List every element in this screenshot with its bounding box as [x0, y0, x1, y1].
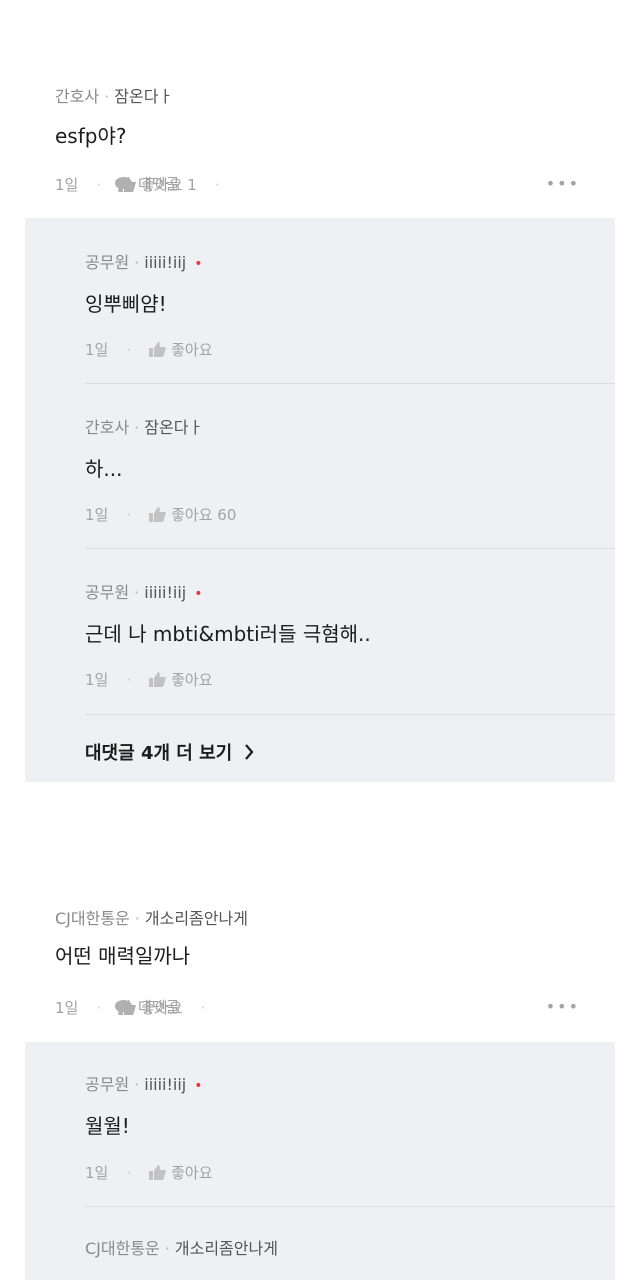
reply-time: 1일 — [85, 670, 109, 689]
more-replies-button[interactable]: 대댓글 4개 더 보기 — [85, 739, 254, 765]
comment-actions: 1일 · 좋아요 1 · 대댓글 ••• — [55, 173, 580, 195]
comment-text: 어떤 매력일까나 — [55, 944, 191, 968]
like-button[interactable]: 좋아요 — [149, 339, 213, 361]
reply-item: 공무원 · iiiii!iij • 근데 나 mbti&mbti러들 극혐해.. — [85, 582, 615, 648]
new-badge: • — [194, 1078, 203, 1094]
author-nickname[interactable]: iiiii!iij — [144, 1075, 186, 1094]
reply-actions: 1일 · 좋아요 60 — [85, 504, 237, 526]
author-nickname[interactable]: 개소리좀안나게 — [175, 1239, 278, 1258]
reply-item: 공무원 · iiiii!iij • 월월! — [85, 1074, 615, 1140]
like-button[interactable]: 좋아요 — [149, 1162, 213, 1184]
reply-actions: 1일 · 좋아요 — [85, 339, 213, 361]
chevron-right-icon — [245, 744, 254, 760]
like-button[interactable]: 좋아요 60 — [149, 504, 236, 526]
author-company[interactable]: 간호사 — [85, 418, 129, 437]
divider — [85, 383, 615, 384]
author-nickname[interactable]: iiiii!iij — [144, 583, 186, 602]
like-label: 좋아요 — [171, 1163, 213, 1182]
thumbs-up-icon — [149, 1165, 166, 1180]
author-company[interactable]: 공무원 — [85, 583, 129, 602]
reply-text: 잉뿌삐얌! — [85, 292, 167, 316]
divider — [85, 714, 615, 715]
reply-actions: 1일 · 좋아요 — [85, 669, 213, 691]
like-label: 좋아요 — [171, 670, 213, 689]
author-nickname[interactable]: 잠온다ㅏ — [114, 87, 173, 106]
thumbs-up-icon — [149, 342, 166, 357]
comment-meta: 간호사 · 잠온다ㅏ — [55, 87, 174, 106]
author-company[interactable]: 공무원 — [85, 1075, 129, 1094]
comment-meta: CJ대한통운 · 개소리좀안나게 — [55, 909, 248, 928]
author-company[interactable]: 간호사 — [55, 87, 99, 106]
author-company[interactable]: CJ대한통운 — [55, 909, 130, 928]
speech-bubble-icon — [115, 176, 132, 192]
comment: 간호사 · 잠온다ㅏ esfp야? — [55, 86, 580, 150]
reply-button[interactable]: 대댓글 — [115, 173, 580, 195]
like-label: 좋아요 60 — [171, 505, 237, 524]
reply-text: 하... — [85, 457, 123, 481]
comment-thread-page: 간호사 · 잠온다ㅏ esfp야? 1일 · 좋아요 1 · 대댓글 ••• 공무원 · iii… — [0, 0, 640, 1280]
thumbs-up-icon — [149, 507, 166, 522]
more-options-icon[interactable]: ••• — [546, 996, 580, 1018]
reply-list: 공무원 · iiiii!iij • 잉뿌삐얌! 1일 · 좋아요 간호사 · 잠온다ㅏ 하..… — [25, 218, 615, 782]
reply-item: CJ대한통운 · 개소리좀안나게 — [85, 1239, 278, 1258]
comment-time: 1일 — [55, 998, 79, 1017]
comment-text: esfp야? — [55, 124, 127, 148]
divider — [85, 548, 615, 549]
reply-time: 1일 — [85, 340, 109, 359]
reply-time: 1일 — [85, 505, 109, 524]
comment-actions: 1일 · 좋아요 · 대댓글 ••• — [55, 996, 580, 1018]
reply-text: 월월! — [85, 1114, 130, 1138]
reply-button[interactable]: 대댓글 — [115, 996, 580, 1018]
like-button[interactable]: 좋아요 — [149, 669, 213, 691]
reply-label: 대댓글 — [138, 998, 180, 1016]
reply-actions: 1일 · 좋아요 — [85, 1162, 213, 1184]
new-badge: • — [194, 586, 203, 602]
author-company[interactable]: 공무원 — [85, 253, 129, 272]
speech-bubble-icon — [115, 999, 132, 1015]
reply-time: 1일 — [85, 1163, 109, 1182]
author-nickname[interactable]: 개소리좀안나게 — [145, 909, 248, 928]
reply-item: 공무원 · iiiii!iij • 잉뿌삐얌! — [85, 252, 615, 318]
like-label: 좋아요 — [171, 340, 213, 359]
author-nickname[interactable]: 잠온다ㅏ — [144, 418, 203, 437]
reply-text: 근데 나 mbti&mbti러들 극혐해.. — [85, 622, 371, 646]
author-nickname[interactable]: iiiii!iij — [144, 253, 186, 272]
reply-label: 대댓글 — [138, 175, 180, 193]
author-company[interactable]: CJ대한통운 — [85, 1239, 160, 1258]
comment: CJ대한통운 · 개소리좀안나게 어떤 매력일까나 — [55, 908, 580, 970]
new-badge: • — [194, 256, 203, 272]
more-replies-label: 대댓글 4개 더 보기 — [85, 743, 233, 764]
more-options-icon[interactable]: ••• — [546, 173, 580, 195]
comment-time: 1일 — [55, 175, 79, 194]
thumbs-up-icon — [149, 672, 166, 687]
reply-item: 간호사 · 잠온다ㅏ 하... — [85, 417, 615, 483]
reply-list: 공무원 · iiiii!iij • 월월! 1일 · 좋아요 CJ대한통운 · 개소리좀안나게 — [25, 1042, 615, 1280]
divider — [85, 1206, 615, 1207]
